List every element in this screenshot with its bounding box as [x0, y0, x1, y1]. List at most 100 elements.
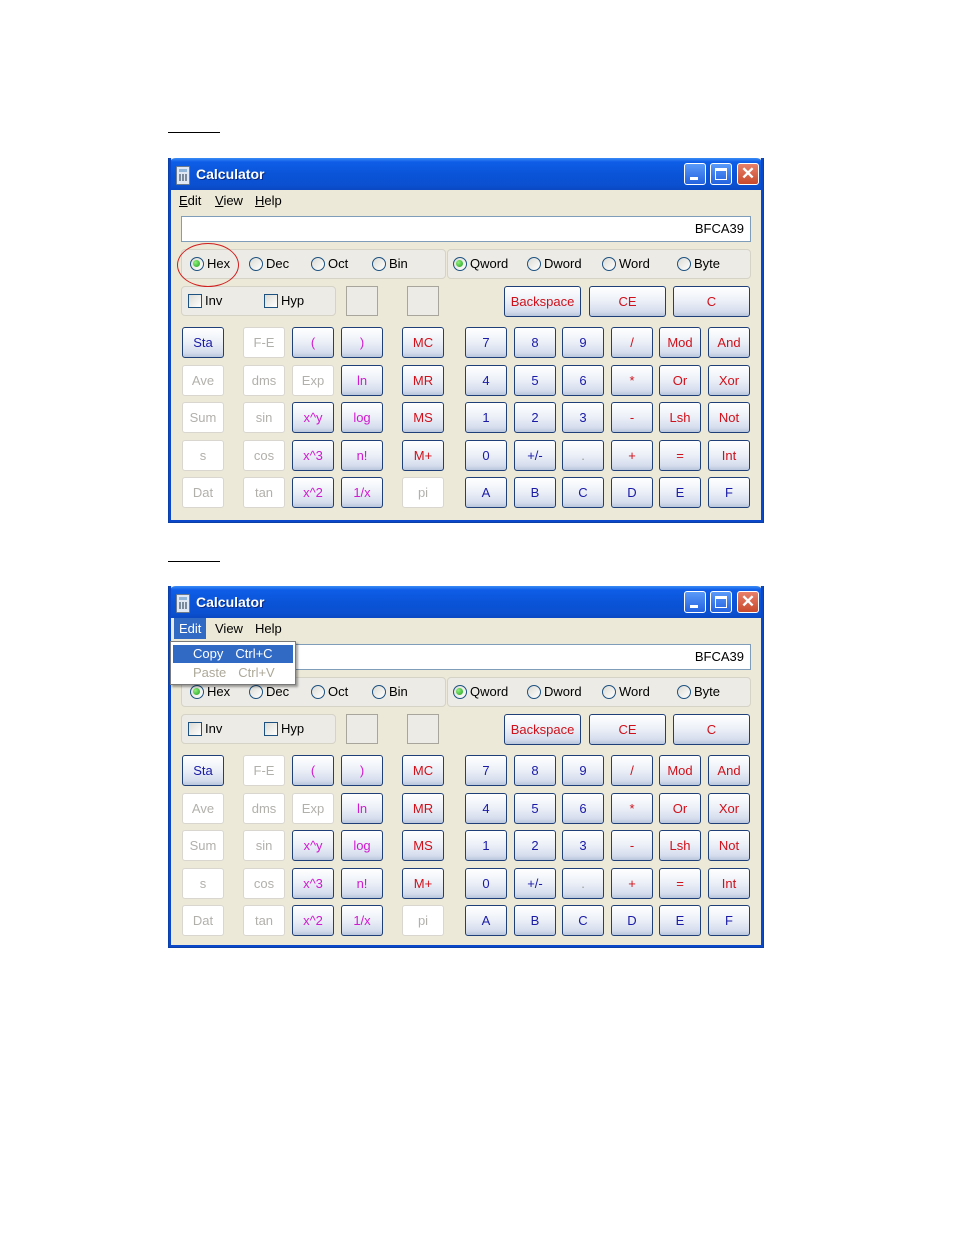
key-5[interactable]: 5: [514, 793, 556, 824]
radio-qword[interactable]: Qword: [453, 684, 508, 700]
key-A[interactable]: A: [465, 477, 507, 508]
key-F[interactable]: F: [708, 905, 750, 936]
key-([interactable]: (: [292, 327, 334, 358]
key-4[interactable]: 4: [465, 365, 507, 396]
key-D[interactable]: D: [611, 905, 653, 936]
key-MC[interactable]: MC: [402, 327, 444, 358]
key-3[interactable]: 3: [562, 830, 604, 861]
key-3[interactable]: 3: [562, 402, 604, 433]
key-Not[interactable]: Not: [708, 402, 750, 433]
key-0[interactable]: 0: [465, 440, 507, 471]
key-+/-[interactable]: +/-: [514, 440, 556, 471]
radio-byte[interactable]: Byte: [677, 684, 720, 700]
key-x^3[interactable]: x^3: [292, 868, 334, 899]
key-And[interactable]: And: [708, 755, 750, 786]
key-Or[interactable]: Or: [659, 793, 701, 824]
key-8[interactable]: 8: [514, 755, 556, 786]
key-Xor[interactable]: Xor: [708, 365, 750, 396]
key-C[interactable]: C: [562, 477, 604, 508]
radio-bin[interactable]: Bin: [372, 684, 408, 700]
key-Lsh[interactable]: Lsh: [659, 402, 701, 433]
menu-edit[interactable]: Edit: [174, 618, 207, 639]
key-B[interactable]: B: [514, 905, 556, 936]
key-2[interactable]: 2: [514, 402, 556, 433]
close-button[interactable]: ✕: [737, 163, 759, 185]
menu-help[interactable]: Help: [250, 618, 287, 639]
menu-help[interactable]: Help: [250, 190, 287, 211]
c-button[interactable]: C: [673, 286, 750, 317]
key--[interactable]: -: [611, 402, 653, 433]
key-x^y[interactable]: x^y: [292, 830, 334, 861]
radio-byte[interactable]: Byte: [677, 256, 720, 272]
key-ln[interactable]: ln: [341, 365, 383, 396]
close-button[interactable]: ✕: [737, 591, 759, 613]
checkbox-inv[interactable]: Inv: [188, 721, 222, 737]
radio-dec[interactable]: Dec: [249, 256, 289, 272]
maximize-button[interactable]: [710, 163, 732, 185]
key-Mod[interactable]: Mod: [659, 755, 701, 786]
radio-dec[interactable]: Dec: [249, 684, 289, 700]
key-*[interactable]: *: [611, 365, 653, 396]
key-MS[interactable]: MS: [402, 830, 444, 861]
key-8[interactable]: 8: [514, 327, 556, 358]
radio-bin[interactable]: Bin: [372, 256, 408, 272]
key-1/x[interactable]: 1/x: [341, 905, 383, 936]
key-([interactable]: (: [292, 755, 334, 786]
key-And[interactable]: And: [708, 327, 750, 358]
key-+[interactable]: +: [611, 868, 653, 899]
key-1/x[interactable]: 1/x: [341, 477, 383, 508]
ce-button[interactable]: CE: [589, 286, 666, 317]
radio-word[interactable]: Word: [602, 684, 650, 700]
key-=[interactable]: =: [659, 440, 701, 471]
checkbox-hyp[interactable]: Hyp: [264, 721, 304, 737]
key-Sta[interactable]: Sta: [182, 755, 224, 786]
key-A[interactable]: A: [465, 905, 507, 936]
key-Not[interactable]: Not: [708, 830, 750, 861]
key-Sta[interactable]: Sta: [182, 327, 224, 358]
key-E[interactable]: E: [659, 477, 701, 508]
key-MR[interactable]: MR: [402, 793, 444, 824]
key--[interactable]: -: [611, 830, 653, 861]
minimize-button[interactable]: [684, 163, 706, 185]
key-Int[interactable]: Int: [708, 868, 750, 899]
key-x^2[interactable]: x^2: [292, 905, 334, 936]
key-.[interactable]: .: [562, 868, 604, 899]
key-6[interactable]: 6: [562, 365, 604, 396]
key-9[interactable]: 9: [562, 327, 604, 358]
key-ln[interactable]: ln: [341, 793, 383, 824]
key-Or[interactable]: Or: [659, 365, 701, 396]
ce-button[interactable]: CE: [589, 714, 666, 745]
key-n![interactable]: n!: [341, 440, 383, 471]
checkbox-inv[interactable]: Inv: [188, 293, 222, 309]
radio-qword[interactable]: Qword: [453, 256, 508, 272]
menu-view[interactable]: View: [210, 190, 248, 211]
key-x^y[interactable]: x^y: [292, 402, 334, 433]
key-C[interactable]: C: [562, 905, 604, 936]
key-1[interactable]: 1: [465, 402, 507, 433]
key-1[interactable]: 1: [465, 830, 507, 861]
key-4[interactable]: 4: [465, 793, 507, 824]
key-*[interactable]: *: [611, 793, 653, 824]
key-M+[interactable]: M+: [402, 868, 444, 899]
key-7[interactable]: 7: [465, 327, 507, 358]
key-n![interactable]: n!: [341, 868, 383, 899]
key-E[interactable]: E: [659, 905, 701, 936]
key-log[interactable]: log: [341, 402, 383, 433]
key-MC[interactable]: MC: [402, 755, 444, 786]
key-+[interactable]: +: [611, 440, 653, 471]
key-+/-[interactable]: +/-: [514, 868, 556, 899]
key-2[interactable]: 2: [514, 830, 556, 861]
key-Lsh[interactable]: Lsh: [659, 830, 701, 861]
radio-hex[interactable]: Hex: [190, 684, 230, 700]
checkbox-hyp[interactable]: Hyp: [264, 293, 304, 309]
key-7[interactable]: 7: [465, 755, 507, 786]
key-x^3[interactable]: x^3: [292, 440, 334, 471]
key-6[interactable]: 6: [562, 793, 604, 824]
key-F[interactable]: F: [708, 477, 750, 508]
minimize-button[interactable]: [684, 591, 706, 613]
key-Mod[interactable]: Mod: [659, 327, 701, 358]
menu-item-copy[interactable]: Copy Ctrl+C: [173, 645, 293, 663]
key-MR[interactable]: MR: [402, 365, 444, 396]
key-D[interactable]: D: [611, 477, 653, 508]
key-5[interactable]: 5: [514, 365, 556, 396]
